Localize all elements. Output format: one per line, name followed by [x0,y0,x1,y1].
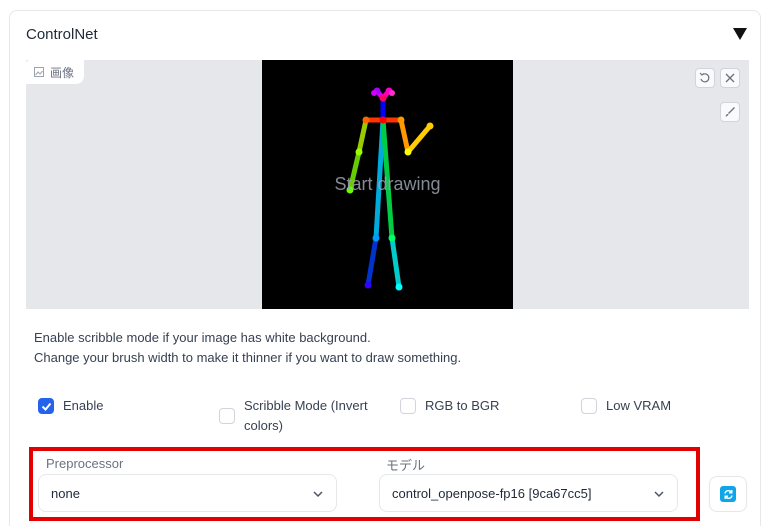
undo-button[interactable] [695,68,715,88]
enable-checkbox[interactable] [38,398,54,414]
close-icon [725,73,735,83]
scribble-mode-checkbox[interactable] [219,408,235,424]
highlight-box [29,447,700,521]
enable-label: Enable [63,398,104,413]
brush-icon [725,107,735,117]
brush-button[interactable] [720,102,740,122]
refresh-icon [723,489,733,499]
undo-icon [699,72,710,83]
rgb-to-bgr-checkbox[interactable] [400,398,416,414]
low-vram-checkbox[interactable] [581,398,597,414]
refresh-models-button[interactable] [709,476,747,512]
description-line-1: Enable scribble mode if your image has w… [34,330,371,345]
triangle-down-icon[interactable] [733,28,747,40]
panel-title: ControlNet [26,26,98,43]
clear-button[interactable] [720,68,740,88]
canvas-hint: Start drawing [334,174,441,194]
check-icon [41,402,52,411]
rgb-to-bgr-label: RGB to BGR [425,398,500,413]
image-tag: 画像 [26,60,85,84]
drawing-canvas[interactable]: Start drawing [262,60,513,309]
image-icon [34,67,44,77]
image-tag-label: 画像 [50,65,75,80]
scribble-mode-label-line-1: Scribble Mode (Invert [244,398,368,413]
low-vram-label: Low VRAM [606,398,672,413]
description-line-2: Change your brush width to make it thinn… [34,350,462,365]
scribble-mode-label-line-2: colors) [244,418,284,433]
refresh-icon-bg [720,486,736,502]
